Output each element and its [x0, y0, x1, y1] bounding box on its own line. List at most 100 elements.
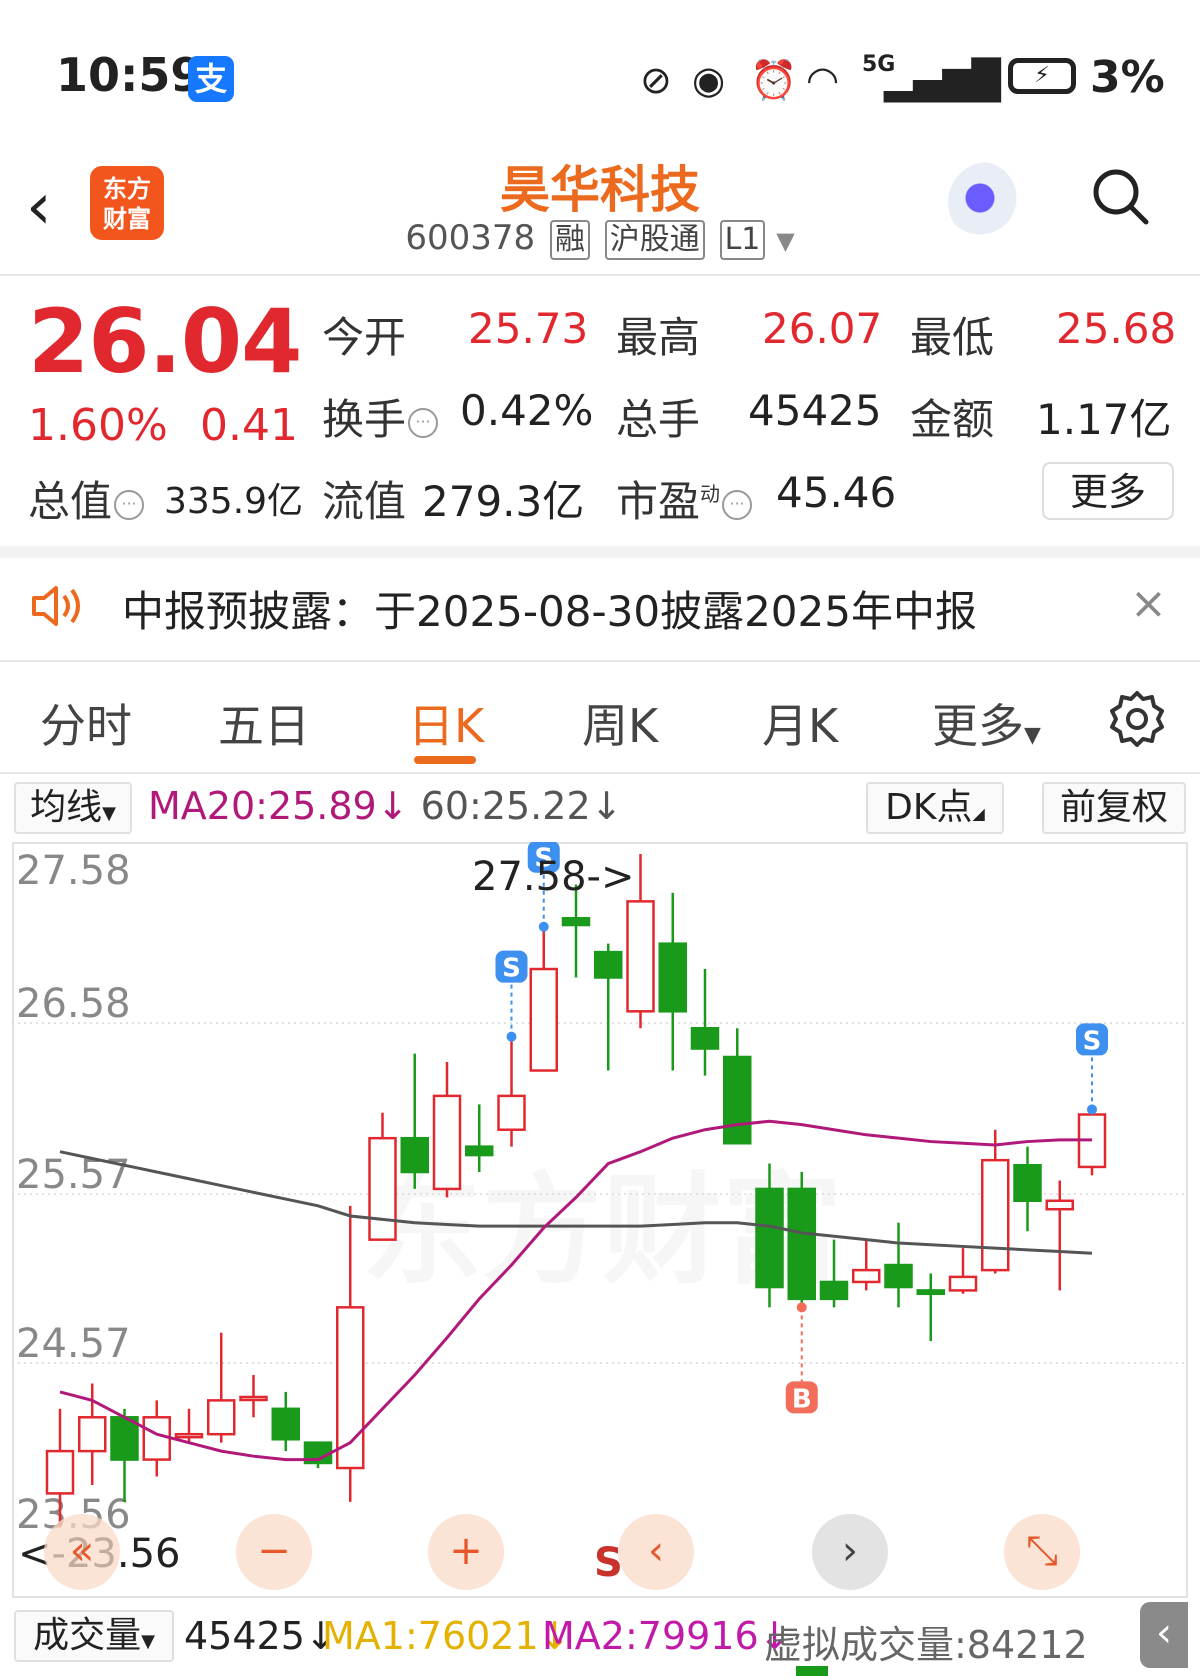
alarm-icon: ⏰ — [750, 58, 798, 102]
tab-daily-k[interactable]: 日K — [408, 690, 484, 756]
connect-tag: 沪股通 — [604, 220, 705, 260]
corner-triangle-icon: ◢ — [972, 804, 985, 823]
open-value: 25.73 — [468, 304, 589, 353]
info-icon[interactable]: ··· — [114, 489, 145, 520]
vol-ma2: MA2:79916↓ — [542, 1614, 791, 1658]
fast-back-button[interactable]: « — [44, 1514, 120, 1590]
next-button[interactable]: › — [812, 1514, 888, 1590]
dropdown-icon: ▼ — [102, 803, 116, 824]
section-gap — [0, 546, 1200, 558]
tab-monthly-k[interactable]: 月K — [762, 690, 838, 756]
turnover-label: 换手 ··· — [322, 386, 439, 447]
status-bar: 10:59 支 ⊘ ◉ ⏰ ◠ 5G ▂▄▆█ ⚡ 3% — [0, 0, 1200, 140]
amount-label: 金额 — [910, 395, 995, 444]
vol-ma1: MA1:76021↓ — [322, 1614, 571, 1658]
tab-five-day[interactable]: 五日 — [218, 690, 310, 756]
candle-body — [658, 942, 687, 1013]
divider — [0, 274, 1200, 276]
tab-intraday[interactable]: 分时 — [40, 690, 132, 756]
candle-body — [400, 1136, 429, 1174]
candle-body — [465, 1145, 494, 1157]
turnover-value: 0.42% — [460, 386, 594, 435]
float-label: 流值 — [322, 477, 407, 526]
candle-body — [916, 1289, 945, 1296]
volume-value: 45425 — [748, 386, 882, 435]
ma60-value: 60:25.22↓ — [420, 784, 623, 828]
candle-body — [594, 950, 623, 979]
tab-more-label: 更多 — [932, 699, 1024, 753]
signals: SSBS — [495, 842, 1108, 1414]
volume-select[interactable]: 成交量▼ — [14, 1610, 174, 1662]
zoom-out-button[interactable]: − — [236, 1514, 312, 1590]
signal-icon: ▂▄▆█ — [884, 58, 1001, 102]
candle-body — [142, 1416, 171, 1461]
battery-icon: ⚡ — [1008, 58, 1076, 94]
gear-icon[interactable] — [1108, 690, 1166, 748]
dropdown-icon: ▼ — [1024, 723, 1041, 748]
candle-body — [690, 1026, 720, 1050]
y-tick-label: 27.58 — [16, 848, 131, 894]
dropdown-icon: ▼ — [776, 227, 795, 255]
active-tab-indicator — [414, 756, 476, 764]
battery-percent: 3% — [1090, 52, 1165, 103]
mktcap-label: 总值 ··· — [28, 468, 145, 529]
turnover-label-text: 换手 — [322, 395, 407, 444]
amount-value: 1.17亿 — [1036, 395, 1172, 444]
volume-value: 45425↓ — [184, 1614, 337, 1658]
ma-select[interactable]: 均线▼ — [14, 782, 132, 834]
candle-body — [432, 1094, 462, 1191]
open-label: 今开 — [322, 313, 407, 362]
info-icon[interactable]: ··· — [722, 489, 753, 520]
tab-more[interactable]: 更多▼ — [932, 690, 1041, 756]
close-icon[interactable]: × — [1130, 578, 1167, 629]
speaker-icon — [32, 586, 80, 626]
candle-body — [981, 1158, 1010, 1272]
kline-chart[interactable]: 东方财富 27.5826.5825.5724.5723.56 SSBS 27.5… — [12, 842, 1188, 1598]
candle-body — [368, 1136, 397, 1241]
search-icon[interactable] — [1090, 166, 1150, 226]
high-label: 最高 — [616, 313, 701, 362]
pe-dynamic-mark: 动 — [700, 482, 721, 506]
zoom-in-button[interactable]: + — [428, 1514, 504, 1590]
candle-body — [529, 967, 558, 1072]
y-tick-label: 26.58 — [16, 981, 131, 1027]
dk-point-label: DK点 — [885, 787, 973, 828]
signal-label: S — [1083, 1026, 1102, 1056]
info-icon[interactable]: ··· — [408, 407, 439, 438]
adjust-button[interactable]: 前复权 — [1042, 782, 1186, 834]
pe-value: 45.46 — [776, 468, 897, 517]
candle-body — [819, 1280, 849, 1301]
candle-body — [1045, 1199, 1074, 1211]
volume-row: 成交量▼ 45425↓ MA1:76021↓ MA2:79916↓ 虚拟成交量:… — [12, 1606, 1188, 1667]
signal-label: B — [792, 1384, 812, 1414]
mktcap-label-text: 总值 — [28, 477, 113, 526]
expand-button[interactable]: ⤡ — [1004, 1514, 1080, 1590]
tab-weekly-k[interactable]: 周K — [582, 690, 658, 756]
collapse-button[interactable]: ‹ — [1140, 1602, 1188, 1668]
prev-button[interactable]: ‹ — [618, 1514, 694, 1590]
max-price-label: 27.58-> — [472, 854, 634, 900]
assistant-robot-icon[interactable] — [948, 162, 1028, 242]
more-quote-button[interactable]: 更多 — [1042, 462, 1174, 520]
candle-body — [884, 1263, 913, 1289]
change-amount: 0.41 — [200, 400, 298, 451]
mktcap-value: 335.9亿 — [164, 481, 304, 522]
status-time: 10:59 — [56, 48, 203, 102]
candle-body — [626, 900, 655, 1013]
level-tag: L1 — [719, 220, 766, 260]
candle-body — [948, 1275, 978, 1292]
high-value: 26.07 — [762, 304, 883, 353]
ma-values: MA20:25.89↓ 60:25.22↓ — [148, 784, 622, 828]
notice-text[interactable]: 中报预披露：于2025-08-30披露2025年中报 — [122, 578, 977, 639]
candle-body — [755, 1187, 784, 1289]
dk-point-button[interactable]: DK点◢ — [866, 782, 1004, 834]
alipay-icon: 支 — [188, 56, 234, 102]
candle-body — [207, 1399, 236, 1436]
ma20-value: MA20:25.89↓ — [148, 784, 409, 828]
data-saver-icon: ⊘ — [640, 58, 672, 102]
change-percent: 1.60% — [28, 400, 168, 451]
candle-body — [787, 1187, 816, 1301]
volume-label: 总手 — [616, 395, 701, 444]
dropdown-icon: ▼ — [141, 1631, 155, 1652]
float-value: 279.3亿 — [422, 477, 585, 526]
